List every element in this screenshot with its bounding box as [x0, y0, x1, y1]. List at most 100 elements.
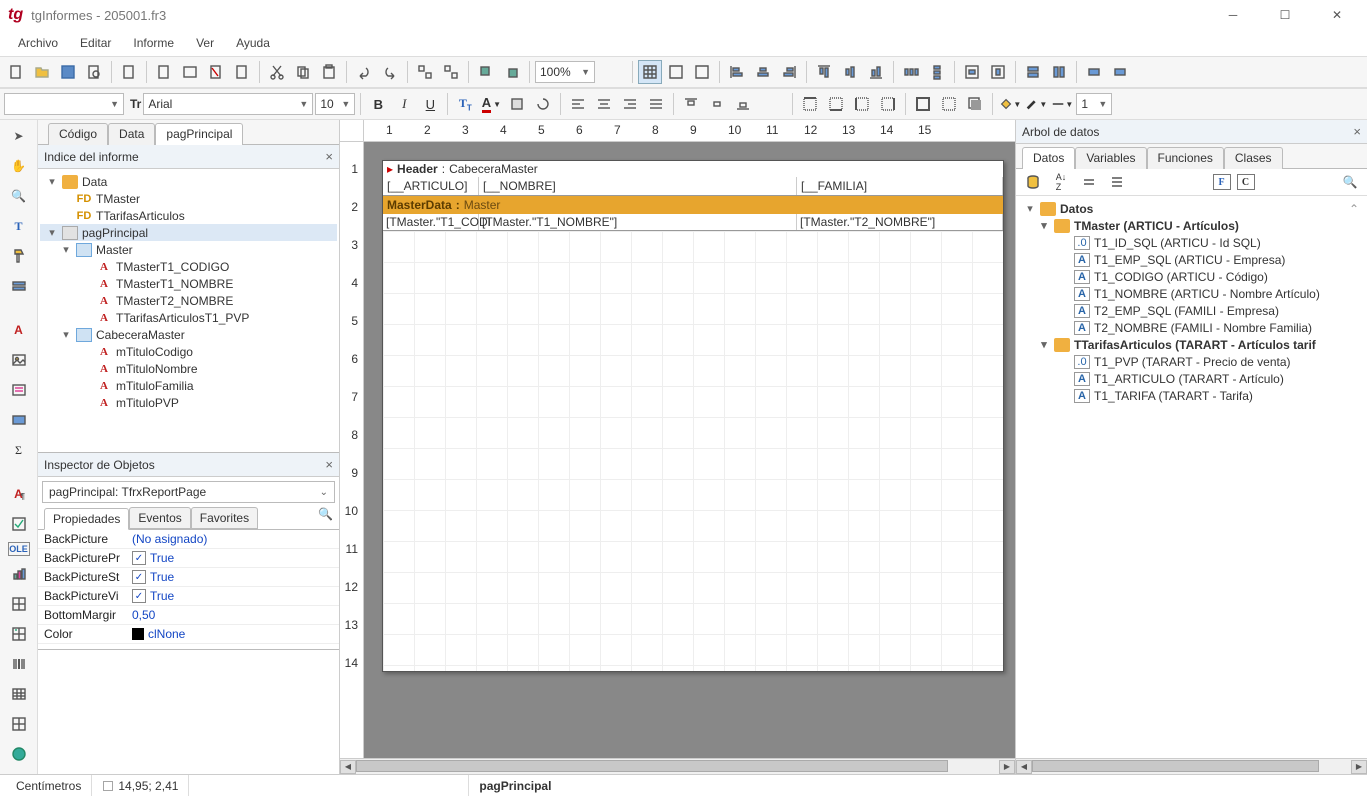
fitgrid-button[interactable] — [690, 60, 714, 84]
underline-button[interactable]: U — [418, 92, 442, 116]
property-row[interactable]: BackPictureSt✓True — [38, 568, 339, 587]
close-button[interactable]: ✕ — [1315, 1, 1359, 29]
band-cell[interactable]: [TMaster."T1_NOMBRE"] — [479, 214, 797, 230]
hand-tool[interactable]: ✋ — [7, 154, 31, 178]
dt-collapse-button[interactable] — [1078, 171, 1100, 193]
map-tool[interactable] — [7, 742, 31, 766]
picture-tool[interactable] — [7, 348, 31, 372]
tree-node[interactable]: ▾pagPrincipal — [40, 224, 337, 241]
font-color-button[interactable]: A▼ — [479, 92, 503, 116]
band-cell[interactable]: [TMaster."T2_NOMBRE"] — [797, 214, 1003, 230]
report-tree-close-button[interactable]: × — [325, 149, 333, 164]
tree-node[interactable]: ▾Data — [40, 173, 337, 190]
tab-datos[interactable]: Datos — [1022, 147, 1075, 169]
open-button[interactable] — [30, 60, 54, 84]
align-top-button[interactable] — [812, 60, 836, 84]
dbcross-tool[interactable] — [7, 622, 31, 646]
object-inspector-selector[interactable]: pagPrincipal: TfrxReportPage ⌄ — [42, 481, 335, 503]
valign-middle-button[interactable] — [705, 92, 729, 116]
data-tree-body[interactable]: ▾ Datos ⌃ ▾TMaster (ARTICU - Artículos).… — [1016, 196, 1367, 758]
pagesetup-button[interactable] — [230, 60, 254, 84]
rotate-button[interactable] — [531, 92, 555, 116]
align-center-v-button[interactable] — [838, 60, 862, 84]
align-center-h-button[interactable] — [751, 60, 775, 84]
frame-right-button[interactable] — [876, 92, 900, 116]
property-row[interactable]: BottomMargir0,50 — [38, 606, 339, 625]
font-combo[interactable]: Arial▼ — [143, 93, 313, 115]
paste-button[interactable] — [317, 60, 341, 84]
new-button[interactable] — [4, 60, 28, 84]
frame-top-button[interactable] — [798, 92, 822, 116]
dt-caption-tag[interactable]: C — [1237, 174, 1255, 190]
dt-sort-button[interactable]: A↓Z — [1050, 171, 1072, 193]
header-band-title[interactable]: ▸ Header: CabeceraMaster — [383, 161, 1003, 177]
oi-tab-favs[interactable]: Favorites — [191, 507, 258, 529]
twisty-icon[interactable]: ▾ — [60, 243, 72, 256]
frame-none-button[interactable] — [937, 92, 961, 116]
bring-front-button[interactable] — [474, 60, 498, 84]
valign-bottom-button[interactable] — [731, 92, 755, 116]
align-bottom-button[interactable] — [864, 60, 888, 84]
cellular-tool[interactable] — [7, 712, 31, 736]
tree-node[interactable]: FDTTarifasArticulos — [40, 207, 337, 224]
object-inspector-close-button[interactable]: × — [325, 457, 333, 472]
tree-node[interactable]: AT2_EMP_SQL (FAMILI - Empresa) — [1018, 302, 1365, 319]
memo-tool[interactable]: A — [7, 318, 31, 342]
grid-toggle-button[interactable] — [638, 60, 662, 84]
redo-button[interactable] — [378, 60, 402, 84]
property-row[interactable]: BackPicturePr✓True — [38, 549, 339, 568]
italic-button[interactable]: I — [392, 92, 416, 116]
menu-ayuda[interactable]: Ayuda — [226, 32, 280, 54]
tree-node[interactable]: AT2_NOMBRE (FAMILI - Nombre Familia) — [1018, 319, 1365, 336]
zoom-tool[interactable]: 🔍 — [7, 184, 31, 208]
chart-tool[interactable] — [7, 562, 31, 586]
collapse-icon[interactable]: ⌃ — [1349, 202, 1359, 216]
same-height-button[interactable] — [1047, 60, 1071, 84]
tree-node[interactable]: .0T1_PVP (TARART - Precio de venta) — [1018, 353, 1365, 370]
tab-funciones[interactable]: Funciones — [1147, 147, 1224, 169]
scroll-left-button[interactable]: ◀ — [340, 760, 356, 774]
tree-node[interactable]: ▾TTarifasArticulos (TARART - Artículos t… — [1018, 336, 1365, 353]
menu-informe[interactable]: Informe — [123, 32, 184, 54]
frame-left-button[interactable] — [850, 92, 874, 116]
oi-tab-props[interactable]: Propiedades — [44, 508, 129, 530]
tab-pagprincipal[interactable]: pagPrincipal — [155, 123, 243, 145]
tree-node[interactable]: AmTituloCodigo — [40, 343, 337, 360]
checkbox-icon[interactable]: ✓ — [132, 589, 146, 603]
twisty-icon[interactable]: ▾ — [1038, 219, 1050, 232]
tree-node[interactable]: AT1_NOMBRE (ARTICU - Nombre Artículo) — [1018, 285, 1365, 302]
frame-color-button[interactable]: ▼ — [1024, 92, 1048, 116]
master-band-row[interactable]: [TMaster."T1_CODI[TMaster."T1_NOMBRE"][T… — [383, 214, 1003, 231]
tab-data[interactable]: Data — [108, 123, 155, 145]
tree-node[interactable]: AT1_CODIGO (ARTICU - Código) — [1018, 268, 1365, 285]
text-align-justify-button[interactable] — [644, 92, 668, 116]
deletepage-button[interactable] — [204, 60, 228, 84]
text-align-center-button[interactable] — [592, 92, 616, 116]
text-tool[interactable]: T — [7, 214, 31, 238]
tab-clases[interactable]: Clases — [1224, 147, 1283, 169]
band-cell[interactable]: [__FAMILIA] — [797, 177, 1003, 195]
menu-editar[interactable]: Editar — [70, 32, 121, 54]
band-cell[interactable]: [__NOMBRE] — [479, 177, 797, 195]
page-button[interactable] — [117, 60, 141, 84]
property-grid[interactable]: BackPicture(No asignado)BackPicturePr✓Tr… — [38, 529, 339, 649]
tree-node[interactable]: ▾CabeceraMaster — [40, 326, 337, 343]
tree-node[interactable]: AT1_EMP_SQL (ARTICU - Empresa) — [1018, 251, 1365, 268]
dt-field-tag[interactable]: F — [1213, 174, 1231, 190]
checkbox-icon[interactable]: ✓ — [132, 551, 146, 565]
tree-node[interactable]: AmTituloNombre — [40, 360, 337, 377]
tree-node[interactable]: ATMasterT1_NOMBRE — [40, 275, 337, 292]
data-tree-hscroll[interactable]: ◀ ▶ — [1016, 758, 1367, 774]
checkbox-icon[interactable]: ✓ — [132, 570, 146, 584]
frame-bottom-button[interactable] — [824, 92, 848, 116]
tree-node[interactable]: ATTarifasArticulosT1_PVP — [40, 309, 337, 326]
data-tree-root[interactable]: ▾ Datos ⌃ — [1018, 200, 1365, 217]
preview-button[interactable] — [82, 60, 106, 84]
subreport-tool[interactable] — [7, 378, 31, 402]
property-row[interactable]: BackPicture(No asignado) — [38, 530, 339, 549]
tab-variables[interactable]: Variables — [1075, 147, 1146, 169]
header-band-row[interactable]: [__ARTICULO][__NOMBRE][__FAMILIA] — [383, 177, 1003, 196]
undo-button[interactable] — [352, 60, 376, 84]
valign-top-button[interactable] — [679, 92, 703, 116]
twisty-icon[interactable]: ▾ — [46, 175, 58, 188]
